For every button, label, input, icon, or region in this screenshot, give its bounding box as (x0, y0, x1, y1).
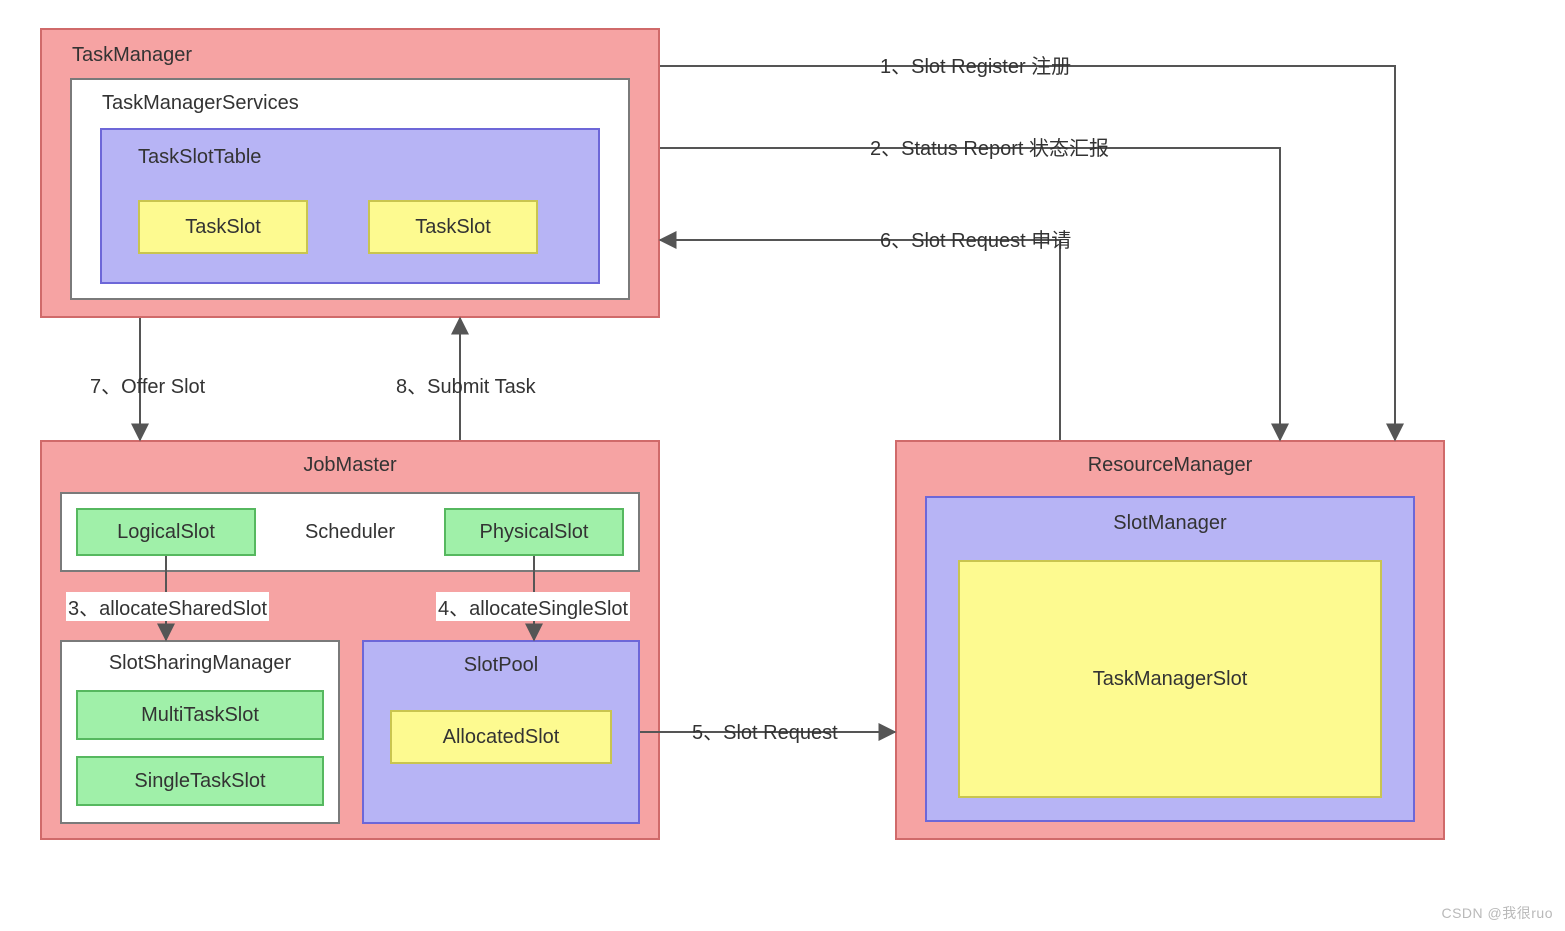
logical-slot-label: LogicalSlot (117, 521, 215, 544)
allocated-slot-box: AllocatedSlot (390, 710, 612, 764)
arrow-4-label: 4、allocateSingleSlot (436, 592, 630, 621)
arrow-6 (660, 240, 1060, 440)
arrow-7-label: 7、Offer Slot (90, 370, 205, 399)
task-manager-services-title: TaskManagerServices (102, 92, 299, 115)
arrow-8-label: 8、Submit Task (396, 370, 536, 399)
slot-manager-title: SlotManager (1113, 512, 1226, 535)
multi-task-slot-box: MultiTaskSlot (76, 690, 324, 740)
slot-pool-title: SlotPool (464, 654, 539, 677)
physical-slot-box: PhysicalSlot (444, 508, 624, 556)
task-slot-2-box: TaskSlot (368, 200, 538, 254)
logical-slot-box: LogicalSlot (76, 508, 256, 556)
single-task-slot-label: SingleTaskSlot (134, 770, 265, 793)
arrow-1 (660, 66, 1395, 440)
watermark: CSDN @我很ruo (1441, 903, 1553, 923)
task-slot-2-label: TaskSlot (415, 216, 491, 239)
slot-sharing-manager-title: SlotSharingManager (109, 652, 291, 675)
task-manager-slot-box: TaskManagerSlot (958, 560, 1382, 798)
arrow-6-label: 6、Slot Request 申请 (880, 224, 1071, 253)
task-manager-title: TaskManager (72, 44, 192, 67)
arrow-2-label: 2、Status Report 状态汇报 (870, 132, 1109, 161)
arrow-3-label: 3、allocateSharedSlot (66, 592, 269, 621)
task-slot-1-box: TaskSlot (138, 200, 308, 254)
diagram-canvas: TaskManager TaskManagerServices TaskSlot… (0, 0, 1565, 931)
multi-task-slot-label: MultiTaskSlot (141, 704, 259, 727)
job-master-title: JobMaster (303, 454, 396, 477)
single-task-slot-box: SingleTaskSlot (76, 756, 324, 806)
resource-manager-title: ResourceManager (1088, 454, 1253, 477)
task-manager-slot-label: TaskManagerSlot (1093, 668, 1248, 691)
task-slot-table-title: TaskSlotTable (138, 146, 261, 169)
arrow-1-label: 1、Slot Register 注册 (880, 50, 1071, 79)
arrow-2 (660, 148, 1280, 440)
scheduler-title: Scheduler (305, 521, 395, 544)
allocated-slot-label: AllocatedSlot (443, 726, 560, 749)
task-slot-1-label: TaskSlot (185, 216, 261, 239)
physical-slot-label: PhysicalSlot (480, 521, 589, 544)
arrow-5-label: 5、Slot Request (692, 716, 838, 745)
